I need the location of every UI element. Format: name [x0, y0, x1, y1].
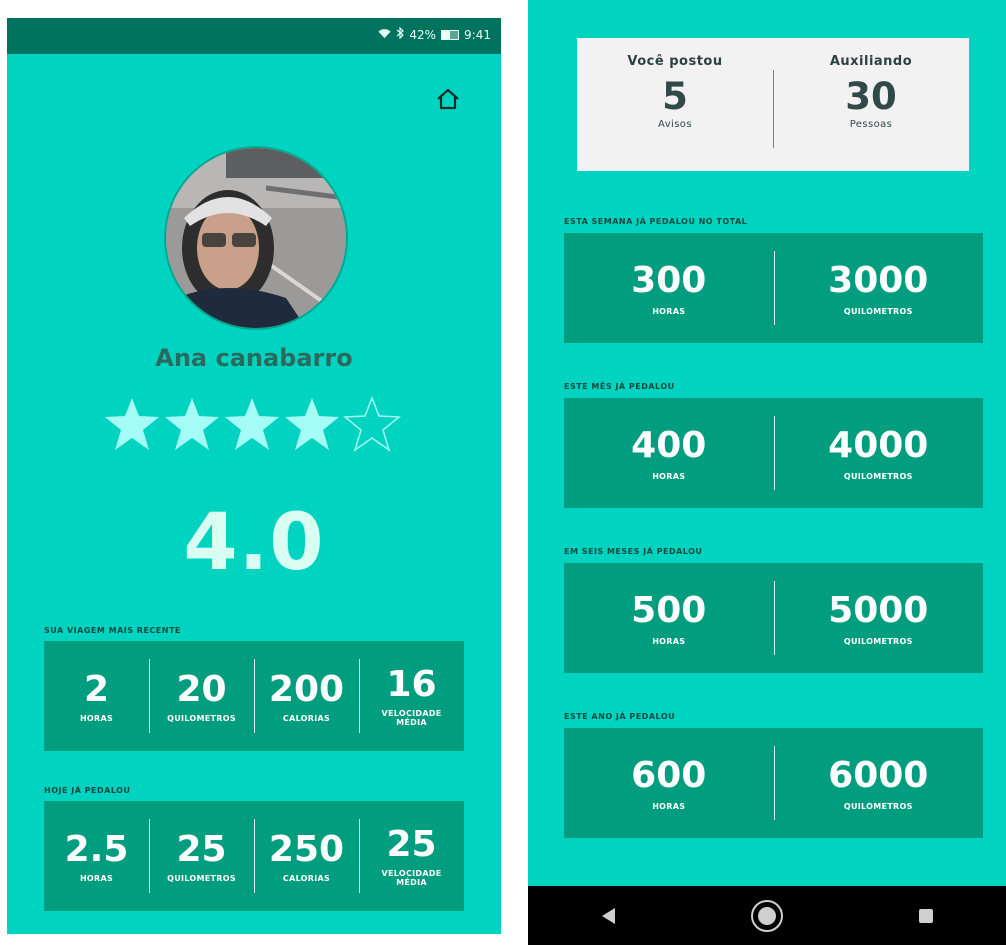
stat-value: 600	[631, 754, 707, 796]
status-time: 9:41	[464, 27, 491, 42]
stat-value: 2	[83, 668, 110, 710]
stat-cell: 3000 QUILOMETROS	[773, 233, 984, 343]
star-filled-icon	[163, 396, 221, 452]
posts-card: Você postou 5 Avisos Auxiliando 30 Pesso…	[577, 38, 969, 171]
six-months-card: 500 HORAS 5000 QUILOMETROS	[564, 563, 983, 673]
stat-label: HORAS	[652, 636, 686, 646]
android-nav-bar	[528, 886, 1006, 945]
posts-title: Você postou	[627, 54, 723, 69]
recents-icon	[919, 908, 934, 923]
stat-cell: 4000 QUILOMETROS	[773, 398, 984, 508]
stats-screen: Você postou 5 Avisos Auxiliando 30 Pesso…	[528, 0, 1006, 945]
week-label: ESTA SEMANA JÁ PEDALOU NO TOTAL	[564, 217, 748, 226]
month-card: 400 HORAS 4000 QUILOMETROS	[564, 398, 983, 508]
posts-summary: Você postou 5 Avisos	[577, 38, 773, 171]
stat-value: 3000	[828, 259, 929, 301]
stat-label: QUILOMETROS	[167, 873, 236, 883]
stat-value: 250	[268, 828, 345, 870]
star-filled-icon	[283, 396, 341, 452]
year-label: ESTE ANO JÁ PEDALOU	[564, 712, 676, 721]
stat-cell: 600 HORAS	[564, 728, 774, 838]
stat-label: QUILOMETROS	[843, 636, 913, 646]
stat-cell: 2.5 HORAS	[44, 801, 149, 911]
stat-value: 5000	[828, 589, 929, 631]
status-bar: 42% 9:41	[7, 18, 501, 54]
stat-label: QUILOMETROS	[843, 471, 913, 481]
home-button[interactable]	[435, 86, 461, 112]
user-name: Ana canabarro	[155, 344, 353, 372]
today-label: HOJE JÁ PEDALOU	[44, 786, 131, 795]
home-icon	[437, 88, 459, 110]
profile-screen: 42% 9:41 Ana canabarro 4.0 SUA VIAGEM MA…	[7, 18, 501, 934]
week-card: 300 HORAS 3000 QUILOMETROS	[564, 233, 983, 343]
stat-label: QUILOMETROS	[843, 306, 913, 316]
stat-label: QUILOMETROS	[843, 801, 913, 811]
helping-title: Auxiliando	[829, 54, 913, 69]
stat-cell: 25 QUILOMETROS	[149, 801, 254, 911]
helping-summary: Auxiliando 30 Pessoas	[773, 38, 969, 171]
stat-value: 2.5	[64, 828, 129, 870]
wifi-icon	[378, 28, 391, 42]
stat-cell: 300 HORAS	[564, 233, 774, 343]
helping-count: 30	[845, 75, 897, 118]
bluetooth-icon	[396, 26, 405, 42]
recents-button[interactable]	[896, 896, 956, 936]
stat-cell: 250 CALORIAS	[254, 801, 359, 911]
stat-cell: 20 QUILOMETROS	[149, 641, 254, 751]
year-card: 600 HORAS 6000 QUILOMETROS	[564, 728, 983, 838]
today-card: 2.5 HORAS 25 QUILOMETROS 250 CALORIAS 25…	[44, 801, 464, 911]
stat-label: HORAS	[79, 713, 114, 723]
recent-trip-card: 2 HORAS 20 QUILOMETROS 200 CALORIAS 16 V…	[44, 641, 464, 751]
stat-value: 25	[176, 828, 227, 870]
six-months-label: EM SEIS MESES JÁ PEDALOU	[564, 547, 703, 556]
stat-cell: 6000 QUILOMETROS	[773, 728, 984, 838]
posts-unit: Avisos	[658, 119, 692, 130]
stat-label: HORAS	[652, 471, 686, 481]
avatar	[164, 146, 348, 330]
back-button[interactable]	[578, 896, 638, 936]
stat-value: 20	[176, 668, 227, 710]
stat-value: 400	[631, 424, 707, 466]
stat-label: HORAS	[652, 306, 686, 316]
stat-label: VELOCIDADE MÉDIA	[381, 709, 442, 727]
recent-trip-label: SUA VIAGEM MAIS RECENTE	[44, 626, 181, 635]
back-icon	[601, 907, 615, 924]
stat-value: 25	[386, 824, 437, 865]
stat-label: HORAS	[79, 873, 114, 883]
stat-cell: 25 VELOCIDADE MÉDIA	[359, 801, 464, 911]
stat-value: 500	[631, 589, 707, 631]
stat-value: 200	[268, 668, 345, 710]
home-circle-icon	[750, 899, 783, 932]
posts-count: 5	[662, 75, 688, 118]
stat-label: CALORIAS	[282, 873, 331, 883]
star-filled-icon	[103, 396, 161, 452]
stat-label: CALORIAS	[282, 713, 331, 723]
star-empty-icon	[343, 396, 401, 452]
stat-value: 300	[631, 259, 707, 301]
stat-value: 6000	[828, 754, 929, 796]
battery-percent: 42%	[409, 27, 437, 42]
stat-cell: 400 HORAS	[564, 398, 774, 508]
stat-label: VELOCIDADE MÉDIA	[381, 869, 442, 887]
home-nav-button[interactable]	[737, 896, 797, 936]
stat-cell: 500 HORAS	[564, 563, 774, 673]
stat-label: QUILOMETROS	[167, 713, 236, 723]
stat-cell: 2 HORAS	[44, 641, 149, 751]
stat-label: HORAS	[652, 801, 686, 811]
stat-cell: 5000 QUILOMETROS	[773, 563, 984, 673]
rating-value: 4.0	[183, 498, 325, 588]
month-label: ESTE MÊS JÁ PEDALOU	[564, 382, 675, 391]
helping-unit: Pessoas	[849, 119, 893, 130]
stat-cell: 16 VELOCIDADE MÉDIA	[359, 641, 464, 751]
stat-cell: 200 CALORIAS	[254, 641, 359, 751]
stat-value: 4000	[828, 424, 929, 466]
battery-icon	[441, 29, 460, 40]
star-filled-icon	[223, 396, 281, 452]
star-rating	[103, 396, 401, 452]
stat-value: 16	[386, 664, 437, 705]
